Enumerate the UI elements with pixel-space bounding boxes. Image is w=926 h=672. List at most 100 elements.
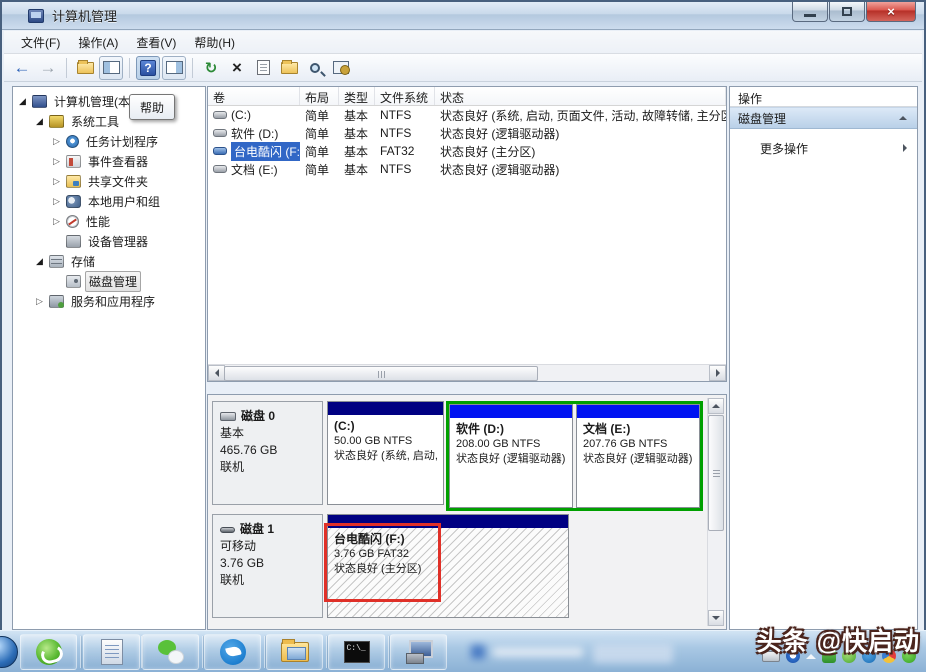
- partition-e[interactable]: 文档 (E:) 207.76 GB NTFS 状态良好 (逻辑驱动器): [576, 404, 700, 508]
- taskbar-button-dingtalk[interactable]: [204, 634, 261, 670]
- window-title: 计算机管理: [52, 6, 117, 25]
- taskbar-button-wechat[interactable]: [142, 634, 199, 670]
- volume-row-c[interactable]: (C:) 简单 基本 NTFS 状态良好 (系统, 启动, 页面文件, 活动, …: [208, 106, 726, 124]
- minimize-button[interactable]: [792, 2, 828, 22]
- tree-item-performance[interactable]: ▷ 性能: [13, 211, 205, 231]
- open-button[interactable]: [277, 56, 301, 80]
- scroll-left-button[interactable]: [208, 365, 225, 381]
- menu-file[interactable]: 文件(F): [12, 31, 69, 54]
- tree-item-label[interactable]: 设备管理器: [85, 232, 151, 251]
- tree-item-label[interactable]: 服务和应用程序: [68, 292, 158, 311]
- tree-item-root[interactable]: ◢ 计算机管理(本地): [13, 91, 205, 111]
- menu-help[interactable]: 帮助(H): [185, 31, 244, 54]
- scroll-up-button[interactable]: [708, 398, 724, 414]
- tree-item-services[interactable]: ▷ 服务和应用程序: [13, 291, 205, 311]
- find-button[interactable]: [303, 56, 327, 80]
- taskbar-button-cmd[interactable]: C:\_: [328, 634, 385, 670]
- scrollbar-thumb[interactable]: [224, 366, 538, 381]
- tree-item-label[interactable]: 性能: [83, 212, 113, 231]
- expanded-icon[interactable]: ◢: [17, 96, 28, 107]
- delete-button[interactable]: ×: [225, 56, 249, 80]
- disk-management-section-header[interactable]: 磁盘管理: [730, 107, 917, 129]
- show-action-pane-button[interactable]: [162, 56, 186, 80]
- forward-button[interactable]: →: [36, 56, 60, 80]
- volume-status: 状态良好 (逻辑驱动器): [435, 125, 726, 142]
- taskbar-button-explorer[interactable]: [266, 634, 323, 670]
- collapsed-icon[interactable]: ▷: [51, 196, 62, 207]
- menu-view[interactable]: 查看(V): [127, 31, 185, 54]
- help-button[interactable]: ?: [136, 56, 160, 80]
- horizontal-scrollbar[interactable]: [208, 364, 726, 381]
- collapsed-icon[interactable]: ▷: [34, 296, 45, 307]
- collapsed-icon[interactable]: ▷: [51, 156, 62, 167]
- partition-size: 50.00 GB NTFS: [334, 434, 437, 449]
- show-console-tree-button[interactable]: [99, 56, 123, 80]
- collapsed-icon[interactable]: ▷: [51, 216, 62, 227]
- taskbar-separator: [326, 636, 327, 668]
- column-status[interactable]: 状态: [435, 87, 726, 105]
- disk-1-label[interactable]: 磁盘 1 可移动 3.76 GB 联机: [212, 514, 323, 618]
- tree-item-label[interactable]: 存储: [68, 252, 98, 271]
- collapsed-icon[interactable]: ▷: [51, 176, 62, 187]
- volume-row-e[interactable]: 文档 (E:) 简单 基本 NTFS 状态良好 (逻辑驱动器): [208, 160, 726, 178]
- taskbar-button-computer-management[interactable]: [390, 634, 447, 670]
- scroll-right-button[interactable]: [709, 365, 726, 381]
- collapse-icon[interactable]: [899, 116, 907, 120]
- tree-item-disk-management[interactable]: 磁盘管理: [13, 271, 205, 291]
- tree-item-storage[interactable]: ◢ 存储: [13, 251, 205, 271]
- menu-action[interactable]: 操作(A): [69, 31, 127, 54]
- tree-item-event-viewer[interactable]: ▷ 事件查看器: [13, 151, 205, 171]
- taskbar-button-360-browser[interactable]: [20, 634, 77, 670]
- tree-item-label[interactable]: 系统工具: [68, 112, 122, 131]
- red-highlight-annotation: [324, 523, 441, 602]
- scroll-down-button[interactable]: [708, 610, 724, 626]
- volume-row-f-selected[interactable]: 台电酷闪 (F:) 简单 基本 FAT32 状态良好 (主分区): [208, 142, 726, 160]
- taskbar-button-notepad[interactable]: [83, 634, 140, 670]
- delete-icon: ×: [232, 58, 242, 78]
- close-icon: ×: [887, 4, 895, 19]
- disk-0-label[interactable]: 磁盘 0 基本 465.76 GB 联机: [212, 401, 323, 505]
- tree-item-label[interactable]: 本地用户和组: [85, 192, 163, 211]
- collapsed-icon[interactable]: ▷: [51, 136, 62, 147]
- column-volume[interactable]: 卷: [208, 87, 300, 105]
- tree-item-label[interactable]: 共享文件夹: [85, 172, 151, 191]
- command-prompt-icon: C:\_: [344, 641, 370, 663]
- storage-icon: [49, 255, 64, 268]
- tree-item-label[interactable]: 任务计划程序: [83, 132, 161, 151]
- refresh-button[interactable]: ↻: [199, 56, 223, 80]
- more-actions-item[interactable]: 更多操作: [730, 137, 917, 159]
- tree-item-task-scheduler[interactable]: ▷ 任务计划程序: [13, 131, 205, 151]
- local-users-groups-icon: [66, 195, 81, 208]
- tree-item-local-users[interactable]: ▷ 本地用户和组: [13, 191, 205, 211]
- column-filesystem[interactable]: 文件系统: [375, 87, 435, 105]
- wechat-icon: [158, 640, 184, 664]
- column-type[interactable]: 类型: [339, 87, 375, 105]
- tree-item-shared-folders[interactable]: ▷ 共享文件夹: [13, 171, 205, 191]
- up-level-button[interactable]: [73, 56, 97, 80]
- toolbar-separator: [192, 58, 193, 78]
- vertical-scrollbar[interactable]: [707, 398, 724, 626]
- expanded-icon[interactable]: ◢: [34, 256, 45, 267]
- title-bar[interactable]: 计算机管理 ×: [2, 2, 924, 30]
- expanded-icon[interactable]: ◢: [34, 116, 45, 127]
- open-folder-icon: [281, 62, 298, 74]
- scrollbar-thumb[interactable]: [708, 415, 724, 531]
- task-scheduler-icon: [66, 135, 79, 148]
- back-button[interactable]: ←: [10, 56, 34, 80]
- start-button[interactable]: [0, 636, 18, 668]
- tree-item-system-tools[interactable]: ◢ 系统工具: [13, 111, 205, 131]
- partition-d[interactable]: 软件 (D:) 208.00 GB NTFS 状态良好 (逻辑驱动器): [449, 404, 573, 508]
- settings-button[interactable]: [329, 56, 353, 80]
- tree-item-label-selected[interactable]: 磁盘管理: [85, 271, 141, 292]
- tree-item-label[interactable]: 事件查看器: [85, 152, 151, 171]
- tree-item-device-manager[interactable]: 设备管理器: [13, 231, 205, 251]
- partition-f-selected[interactable]: 台电酷闪 (F:) 3.76 GB FAT32 状态良好 (主分区): [327, 514, 569, 618]
- disk-type: 基本: [220, 425, 315, 442]
- maximize-button[interactable]: [829, 2, 865, 22]
- column-layout[interactable]: 布局: [300, 87, 339, 105]
- volume-icon: [213, 129, 227, 137]
- volume-row-d[interactable]: 软件 (D:) 简单 基本 NTFS 状态良好 (逻辑驱动器): [208, 124, 726, 142]
- close-button[interactable]: ×: [866, 2, 916, 22]
- properties-button[interactable]: [251, 56, 275, 80]
- partition-c[interactable]: (C:) 50.00 GB NTFS 状态良好 (系统, 启动,: [327, 401, 444, 505]
